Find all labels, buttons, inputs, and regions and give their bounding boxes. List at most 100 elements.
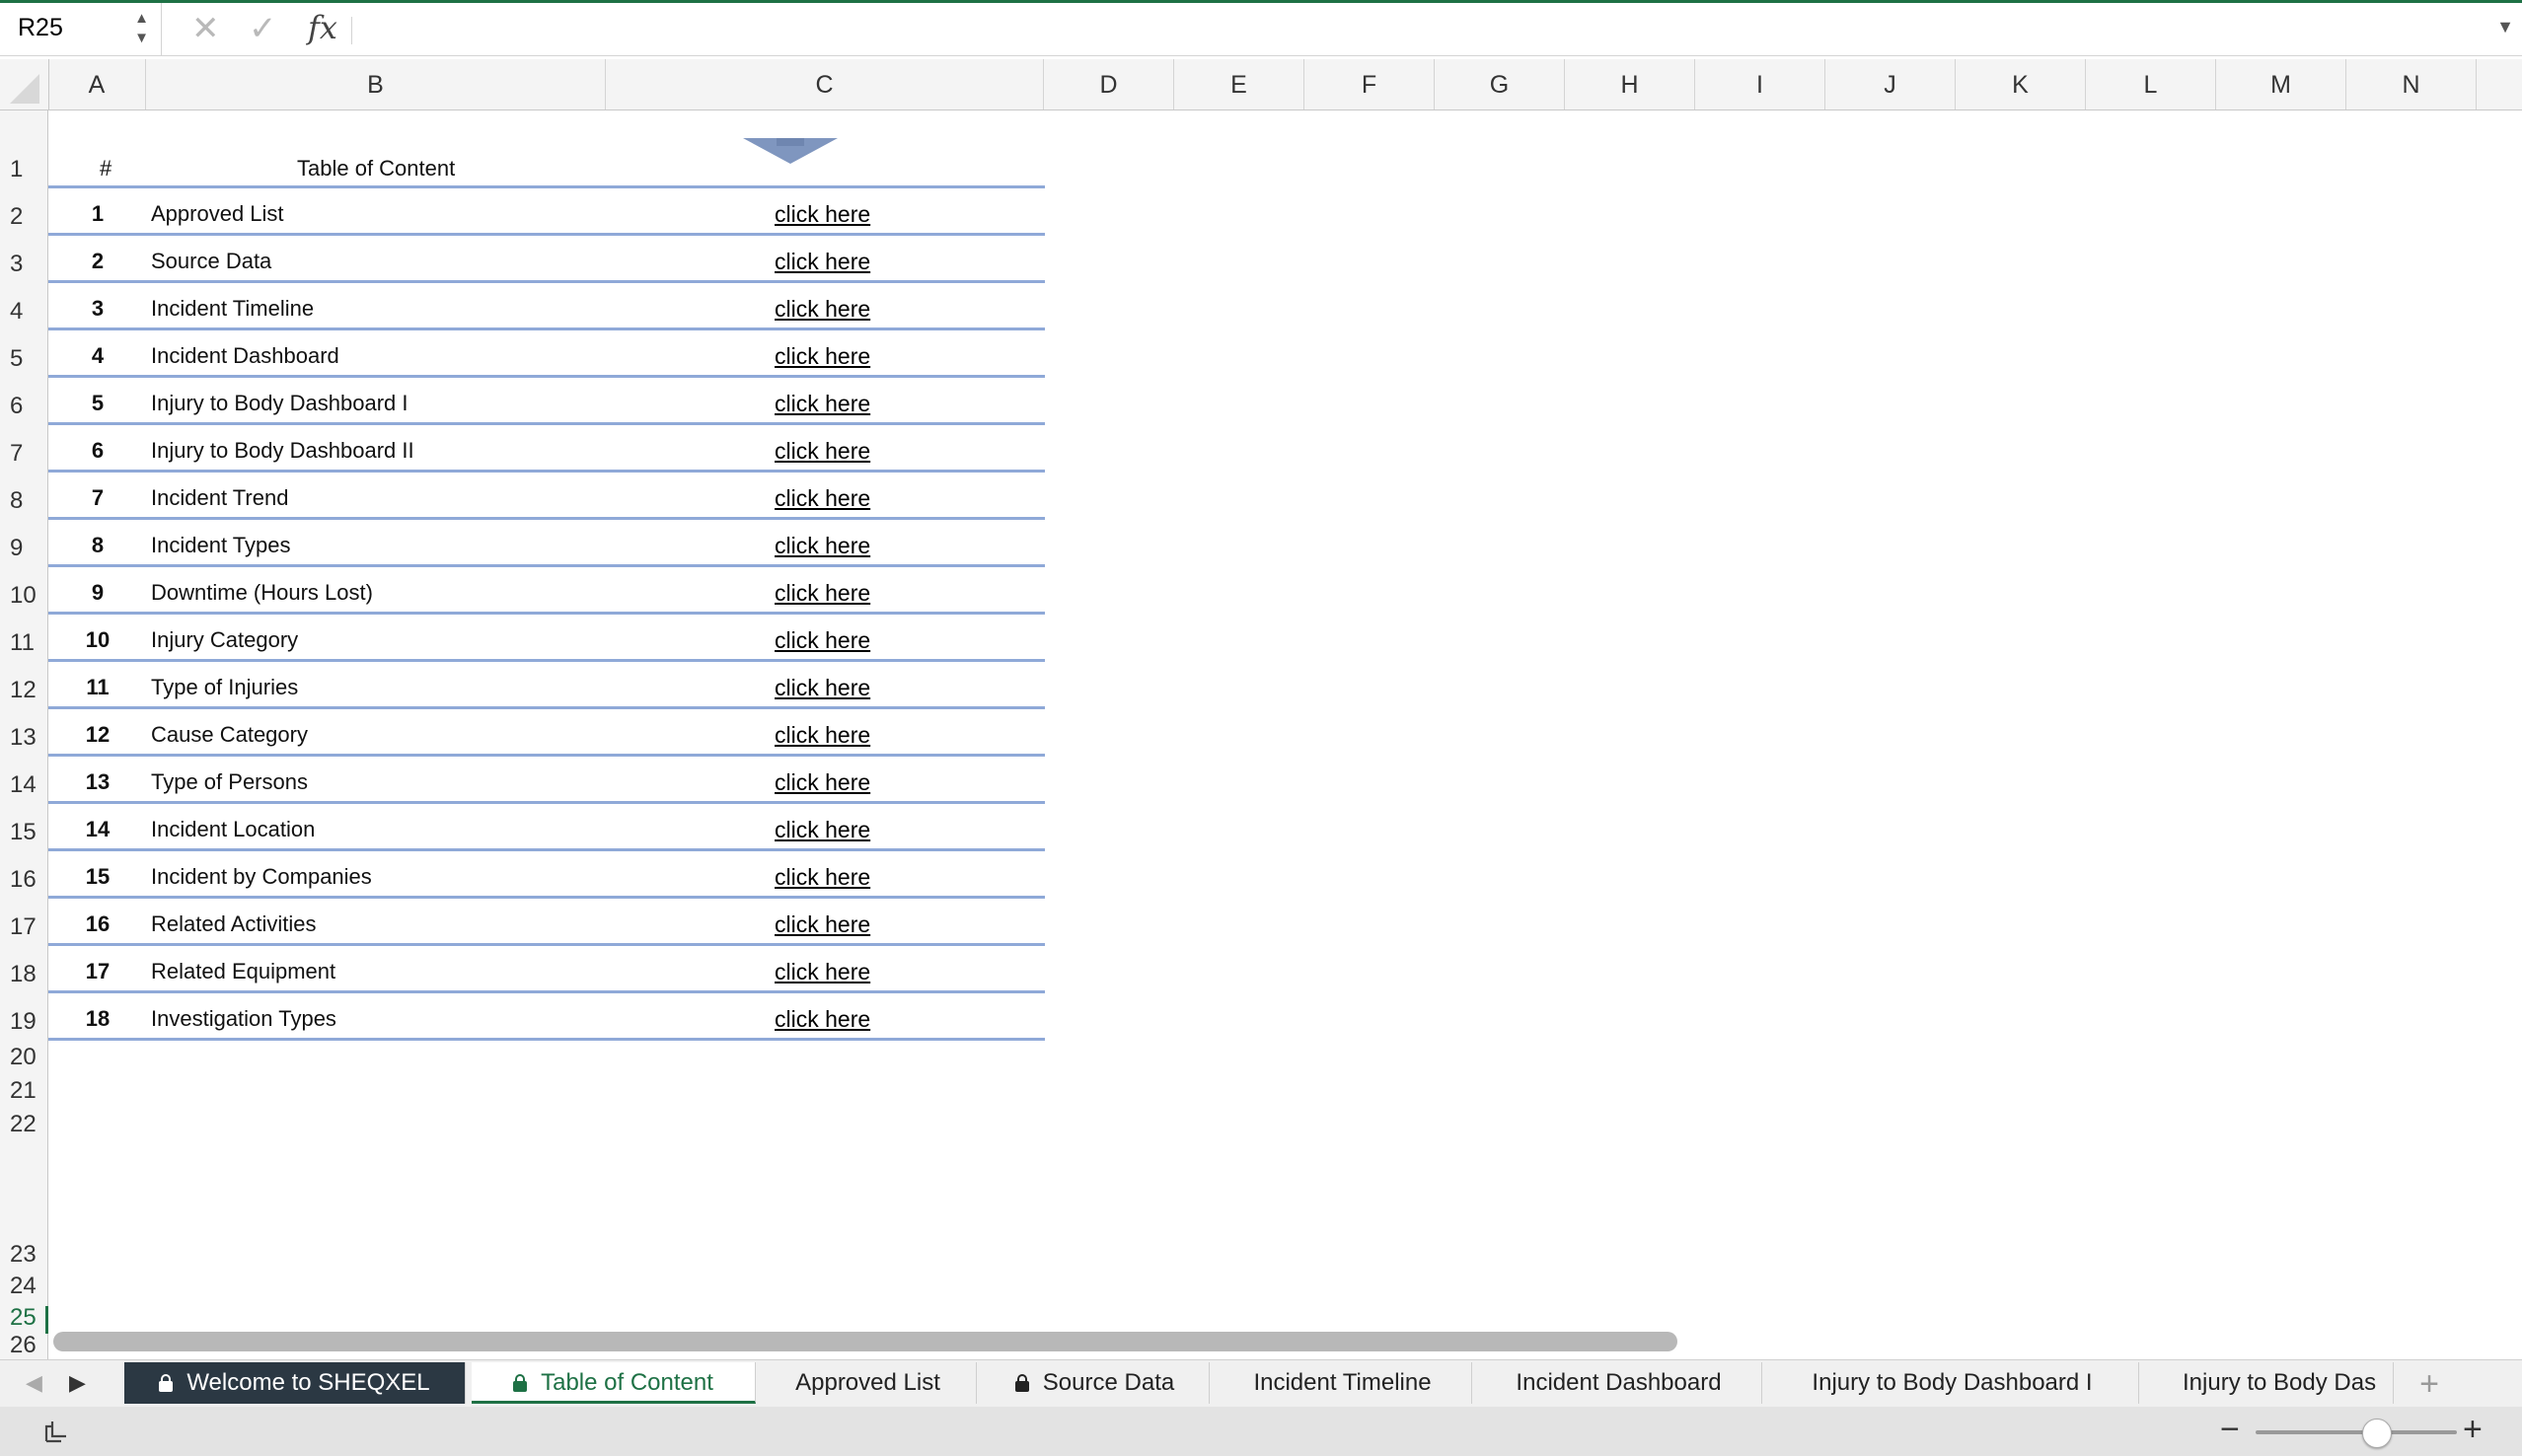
confirm-icon[interactable]: ✓ [249,9,277,48]
zoom-slider-thumb[interactable] [2362,1419,2393,1448]
zoom-slider[interactable] [2256,1419,2457,1448]
column-header-k[interactable]: K [1956,59,2086,109]
row-header-21[interactable]: 21 [0,1077,47,1105]
toc-item-link[interactable]: click here [775,391,870,417]
row-header-17[interactable]: 17 [0,913,47,941]
status-bar: − + [0,1407,2522,1456]
scroll-tabs-right-icon[interactable]: ▶ [69,1370,86,1396]
row-header-11[interactable]: 11 [0,629,47,657]
cancel-icon[interactable]: ✕ [191,9,220,48]
column-header-l[interactable]: L [2086,59,2216,109]
toc-item-link[interactable]: click here [775,769,870,796]
toc-row: 3 Incident Timeline click here [48,284,1045,331]
row-header-16[interactable]: 16 [0,866,47,894]
toc-row-underline [48,280,1045,283]
sheet-tab-injury-to-body-dashboard-i[interactable]: Injury to Body Dashboard I [1766,1362,2139,1404]
column-header-f[interactable]: F [1304,59,1435,109]
toc-item-link[interactable]: click here [775,343,870,370]
toc-item-link[interactable]: click here [775,249,870,275]
sheet-tab-injury-to-body-das[interactable]: Injury to Body Das [2143,1362,2394,1404]
name-box-stepper-icon[interactable]: ▲ ▼ [134,9,149,48]
toc-item-link[interactable]: click here [775,864,870,891]
row-header-5[interactable]: 5 [0,345,47,373]
toc-row-underline [48,754,1045,757]
toc-item-link[interactable]: click here [775,722,870,749]
row-header-6[interactable]: 6 [0,393,47,420]
column-header-i[interactable]: I [1695,59,1825,109]
row-header-19[interactable]: 19 [0,1008,47,1036]
toc-item-link[interactable]: click here [775,627,870,654]
row-header-12[interactable]: 12 [0,677,47,704]
column-header-j[interactable]: J [1825,59,1956,109]
sheet-tab-incident-dashboard[interactable]: Incident Dashboard [1476,1362,1762,1404]
select-all-corner[interactable] [0,59,49,109]
chevron-down-icon[interactable]: ▼ [2496,17,2514,37]
column-header-c[interactable]: C [606,59,1044,109]
toc-item-link[interactable]: click here [775,817,870,843]
toc-item-link[interactable]: click here [775,675,870,701]
toc-row-underline [48,659,1045,662]
row-header-20[interactable]: 20 [0,1044,47,1071]
row-header-3[interactable]: 3 [0,251,47,278]
column-header-m[interactable]: M [2216,59,2346,109]
toc-item-number: 12 [85,722,111,747]
column-header-b[interactable]: B [146,59,606,109]
row-header-14[interactable]: 14 [0,771,47,799]
row-header-23[interactable]: 23 [0,1241,47,1269]
toc-row-underline [48,328,1045,330]
toc-item-link[interactable]: click here [775,438,870,465]
toc-item-link[interactable]: click here [775,580,870,607]
row-header-25[interactable]: 25 [0,1304,47,1332]
sheet-tab-incident-timeline[interactable]: Incident Timeline [1214,1362,1472,1404]
toc-item-link[interactable]: click here [775,533,870,559]
toc-item-number: 14 [85,817,111,841]
sheet-tab-label: Injury to Body Das [2183,1369,2377,1396]
column-header-a[interactable]: A [48,59,146,109]
toc-row-underline [48,470,1045,473]
accessibility-check-icon[interactable] [43,1419,69,1444]
row-header-13[interactable]: 13 [0,724,47,752]
worksheet-grid[interactable]: # Table of Content 1 Approved List click h… [48,110,2522,1329]
row-header-15[interactable]: 15 [0,819,47,846]
sheet-tab-approved-list[interactable]: Approved List [760,1362,977,1404]
scroll-tabs-left-icon[interactable]: ◀ [26,1370,42,1396]
column-header-d[interactable]: D [1044,59,1174,109]
row-header-4[interactable]: 4 [0,298,47,326]
toc-item-link[interactable]: click here [775,201,870,228]
sheet-tab-source-data[interactable]: Source Data [981,1362,1210,1404]
toc-item-link[interactable]: click here [775,959,870,985]
arrow-down-icon [743,138,838,164]
sheet-tab-table-of-content[interactable]: Table of Content [472,1362,756,1404]
column-header-h[interactable]: H [1565,59,1695,109]
zoom-in-button[interactable]: + [2463,1411,2483,1449]
column-header-e[interactable]: E [1174,59,1304,109]
toc-item-link[interactable]: click here [775,485,870,512]
insert-function-icon[interactable]: fx [308,9,337,46]
row-header-10[interactable]: 10 [0,582,47,610]
name-box-value[interactable]: R25 [18,14,63,42]
zoom-out-button[interactable]: − [2220,1411,2240,1449]
row-header-7[interactable]: 7 [0,440,47,468]
sheet-tab-welcome-to-sheqxel[interactable]: Welcome to SHEQXEL [124,1362,466,1404]
column-header-g[interactable]: G [1435,59,1565,109]
toc-item-link[interactable]: click here [775,1006,870,1033]
row-header-column: 1 2 3 4 5 6 7 8 9 10 11 12 13 14 15 16 17 18 19 20 21 22 23 24 2… [0,110,48,1361]
add-sheet-button[interactable]: + [2400,1364,2459,1404]
row-header-8[interactable]: 8 [0,487,47,515]
row-header-24[interactable]: 24 [0,1273,47,1300]
horizontal-scrollbar[interactable] [53,1332,1677,1351]
toc-row-underline [48,896,1045,899]
toc-item-link[interactable]: click here [775,911,870,938]
name-box[interactable]: R25 ▲ ▼ [0,3,162,56]
row-header-18[interactable]: 18 [0,961,47,988]
row-header-22[interactable]: 22 [0,1111,47,1138]
formula-divider [351,17,352,44]
row-header-9[interactable]: 9 [0,535,47,562]
formula-input[interactable] [361,13,2473,46]
column-header-n[interactable]: N [2346,59,2477,109]
sheet-tab-label: Approved List [795,1369,940,1396]
toc-item-link[interactable]: click here [775,296,870,323]
row-header-2[interactable]: 2 [0,203,47,231]
row-header-1[interactable]: 1 [0,156,47,183]
row-header-26[interactable]: 26 [0,1332,47,1359]
